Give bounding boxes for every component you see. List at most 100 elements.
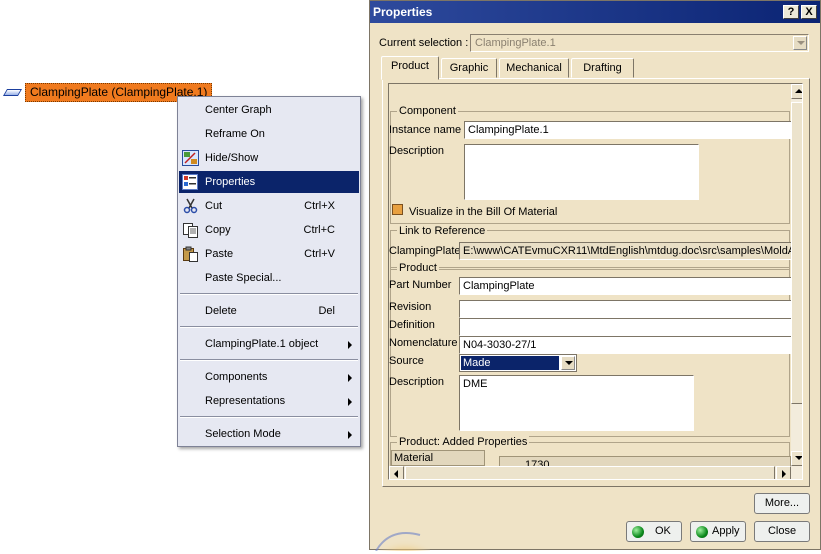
menu-item-center-graph[interactable]: Center Graph: [179, 99, 359, 121]
added-properties-legend: Product: Added Properties: [397, 436, 530, 448]
menu-shortcut: Ctrl+C: [303, 224, 335, 236]
properties-dialog: Properties ? X Current selection : Clamp…: [369, 0, 821, 554]
copy-icon: [182, 222, 199, 238]
apply-label: Apply: [712, 525, 740, 537]
source-select[interactable]: Made: [459, 354, 577, 372]
menu-item-reframe-on[interactable]: Reframe On: [179, 123, 359, 145]
nomenclature-input[interactable]: N04-3030-27/1: [459, 336, 794, 354]
tab-panel: Component Instance name ClampingPlate.1 …: [382, 78, 810, 487]
menu-item-selection-mode[interactable]: Selection Mode: [179, 423, 359, 445]
menu-item-delete[interactable]: Delete Del: [179, 300, 359, 322]
scroll-up-button[interactable]: [791, 84, 802, 99]
part-icon: [2, 86, 23, 98]
material-label: Material: [394, 452, 434, 464]
product-description-input[interactable]: DME: [459, 375, 694, 431]
revision-label: Revision: [389, 301, 432, 313]
menu-item-label: Properties: [205, 176, 256, 188]
vertical-scroll-thumb[interactable]: [791, 102, 802, 404]
menu-item-copy[interactable]: Copy Ctrl+C: [179, 219, 359, 241]
menu-item-paste[interactable]: Paste Ctrl+V: [179, 243, 359, 265]
menu-item-label: Center Graph: [205, 104, 272, 116]
current-selection-label: Current selection :: [379, 37, 469, 49]
chevron-down-icon: [795, 456, 802, 460]
tab-product[interactable]: Product: [381, 56, 439, 80]
menu-separator: [180, 293, 358, 295]
tab-graphic[interactable]: Graphic: [441, 58, 497, 78]
reference-path-field: E:\www\CATEvmuCXR11\MtdEnglish\mtdug.doc…: [459, 242, 794, 260]
menu-item-cut[interactable]: Cut Ctrl+X: [179, 195, 359, 217]
material-header: Material: [391, 450, 485, 466]
revision-input[interactable]: [459, 300, 794, 318]
tab-drafting[interactable]: Drafting: [571, 58, 634, 78]
dialog-titlebar[interactable]: Properties ? X: [370, 1, 820, 23]
link-legend: Link to Reference: [397, 225, 488, 237]
nomenclature-value: N04-3030-27/1: [463, 339, 537, 351]
menu-item-label: ClampingPlate.1 object: [205, 338, 319, 350]
part-number-value: ClampingPlate: [463, 280, 535, 292]
current-selection-value: ClampingPlate.1: [475, 37, 556, 49]
chevron-down-icon: [565, 361, 573, 365]
bom-checkbox-label: Visualize in the Bill Of Material: [409, 206, 558, 218]
menu-item-label: Reframe On: [205, 128, 265, 140]
chevron-right-icon: [782, 470, 786, 478]
chevron-down-icon: [797, 41, 805, 45]
submenu-arrow-icon: [348, 374, 352, 382]
submenu-arrow-icon: [348, 431, 352, 439]
menu-item-label: Paste Special...: [205, 272, 282, 284]
component-description-input[interactable]: [464, 144, 699, 200]
menu-item-label: Selection Mode: [205, 428, 281, 440]
scroll-right-button[interactable]: [776, 466, 791, 479]
source-dropdown-button[interactable]: [561, 356, 575, 370]
submenu-arrow-icon: [348, 341, 352, 349]
menu-item-components[interactable]: Components: [179, 366, 359, 388]
menu-separator: [180, 326, 358, 328]
chevron-left-icon: [394, 470, 398, 478]
menu-shortcut: Ctrl+V: [304, 248, 335, 260]
apply-icon: [696, 526, 708, 538]
menu-item-paste-special[interactable]: Paste Special...: [179, 267, 359, 289]
help-button[interactable]: ?: [783, 5, 799, 19]
properties-scroll-area: Component Instance name ClampingPlate.1 …: [388, 83, 803, 480]
component-description-label: Description: [389, 145, 445, 157]
tab-mechanical[interactable]: Mechanical: [499, 58, 569, 78]
scissors-icon: [182, 198, 199, 214]
definition-label: Definition: [389, 319, 435, 331]
combo-dropdown-button: [793, 36, 807, 50]
apply-button[interactable]: Apply: [690, 521, 746, 542]
bom-checkbox[interactable]: [392, 204, 403, 215]
menu-item-label: Cut: [205, 200, 223, 212]
instance-name-label: Instance name: [389, 124, 462, 136]
menu-item-label: Copy: [205, 224, 231, 236]
menu-item-object-submenu[interactable]: ClampingPlate.1 object: [179, 333, 359, 355]
nomenclature-label: Nomenclature: [389, 337, 458, 349]
product-description-label: Description: [389, 376, 445, 388]
scroll-left-button[interactable]: [389, 466, 404, 479]
part-number-label: Part Number: [389, 279, 452, 291]
menu-item-hide-show[interactable]: Hide/Show: [179, 147, 359, 169]
scroll-down-button[interactable]: [791, 451, 802, 466]
reference-path-value: E:\www\CATEvmuCXR11\MtdEnglish\mtdug.doc…: [463, 245, 794, 257]
properties-icon: [182, 174, 199, 190]
menu-item-label: Representations: [205, 395, 286, 407]
context-menu: Center Graph Reframe On Hide/Show Proper…: [177, 96, 361, 447]
close-button[interactable]: Close: [754, 521, 810, 542]
close-window-button[interactable]: X: [801, 5, 817, 19]
current-selection-combo: ClampingPlate.1: [470, 34, 809, 52]
definition-input[interactable]: [459, 318, 794, 336]
part-number-input[interactable]: ClampingPlate: [459, 277, 794, 295]
source-value: Made: [463, 357, 491, 369]
menu-item-properties[interactable]: Properties: [179, 171, 359, 193]
product-description-value: DME: [463, 378, 488, 390]
horizontal-scroll-thumb[interactable]: [405, 466, 775, 479]
ok-label: OK: [655, 525, 671, 537]
ok-button[interactable]: OK: [626, 521, 682, 542]
menu-item-representations[interactable]: Representations: [179, 390, 359, 412]
menu-item-label: Components: [205, 371, 268, 383]
instance-name-input[interactable]: ClampingPlate.1: [464, 121, 794, 139]
product-legend: Product: [397, 262, 439, 274]
submenu-arrow-icon: [348, 398, 352, 406]
dialog-title: Properties: [373, 5, 433, 19]
menu-item-label: Hide/Show: [205, 152, 259, 164]
more-button[interactable]: More...: [754, 493, 810, 514]
reference-label: ClampingPlate: [389, 245, 461, 257]
